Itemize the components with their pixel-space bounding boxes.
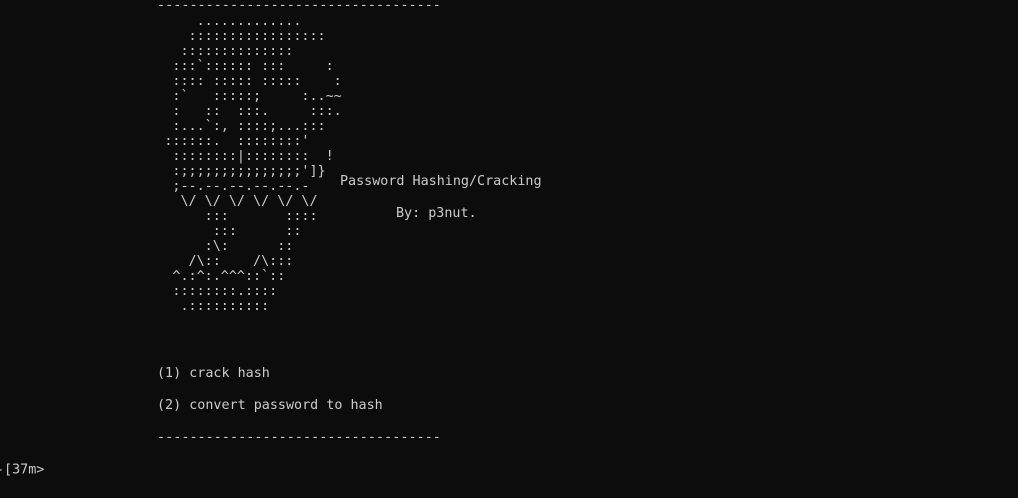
menu-option-convert-password[interactable]: (2) convert password to hash [157, 398, 383, 414]
command-prompt-line[interactable]: -[37m> [0, 462, 52, 479]
menu-option-crack-hash[interactable]: (1) crack hash [157, 366, 270, 382]
terminal-window: ----------------------------------- ....… [0, 0, 1018, 498]
app-title: Password Hashing/Cracking [340, 174, 542, 189]
terminal-input[interactable] [44, 462, 52, 477]
separator-bottom: ----------------------------------- [157, 430, 441, 445]
ascii-skull-art: ............. ::::::::::::::::: ::::::::… [164, 14, 342, 314]
command-prompt: -[37m> [0, 462, 45, 478]
author-byline: By: p3nut. [396, 206, 477, 221]
separator-top: ----------------------------------- [157, 0, 441, 13]
